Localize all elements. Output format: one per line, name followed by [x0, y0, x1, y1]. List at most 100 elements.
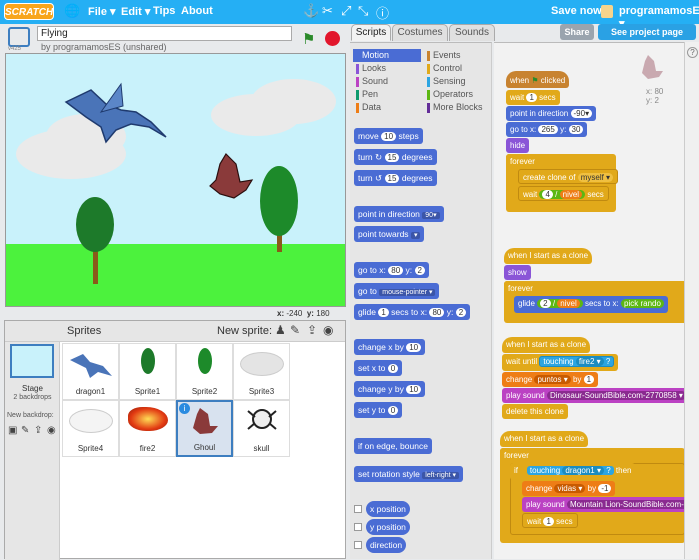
stop-icon[interactable]	[325, 31, 340, 46]
help-icon[interactable]: ⓘ	[376, 3, 389, 22]
category-sound[interactable]: Sound	[353, 75, 421, 88]
when-start-as-clone-block[interactable]: when I start as a clone	[500, 431, 589, 447]
block-rotation-style[interactable]: set rotation style left-right ▾	[354, 466, 464, 482]
reporter-y-position[interactable]: y position	[366, 519, 410, 535]
category-motion[interactable]: Motion	[353, 49, 421, 62]
category-label: Data	[362, 102, 382, 112]
block-bounce[interactable]: if on edge, bounce	[354, 438, 432, 454]
file-menu[interactable]: File ▾	[88, 5, 116, 18]
x-position-checkbox[interactable]	[354, 505, 362, 513]
camera-backdrop-icon[interactable]: ◉	[47, 425, 56, 436]
point-direction-block[interactable]: point in direction -90▾	[506, 106, 597, 121]
upload-sprite-icon[interactable]: ⇪	[307, 323, 317, 337]
backdrop-library-icon[interactable]: ▣	[8, 425, 17, 436]
glide-block[interactable]: glide 2 / nivel secs to x: pick rando	[514, 296, 668, 313]
help-icon[interactable]: ?	[687, 47, 698, 58]
stage[interactable]	[5, 53, 346, 307]
reporter-direction[interactable]: direction	[366, 537, 407, 553]
sprite-tile-sprite2[interactable]: Sprite2	[176, 343, 233, 400]
category-control[interactable]: Control	[424, 62, 490, 75]
play-sound-block[interactable]: play sound Mountain Lion-SoundBible.com-…	[522, 497, 684, 512]
block-glide[interactable]: glide 1 secs to x: 80 y: 2	[354, 304, 471, 320]
direction-checkbox[interactable]	[354, 541, 362, 549]
category-looks[interactable]: Looks	[353, 62, 421, 75]
script-area-scrollbar[interactable]: ?	[684, 42, 699, 559]
block-turn-left[interactable]: turn ↺ 15 degrees	[354, 170, 437, 186]
choose-sprite-icon[interactable]: ♟	[275, 323, 286, 337]
hide-block[interactable]: hide	[506, 138, 530, 153]
tips-menu[interactable]: Tips	[153, 5, 175, 17]
category-label: More Blocks	[433, 102, 483, 112]
sprite-tile-skull[interactable]: skull	[233, 400, 290, 457]
block-turn-right[interactable]: turn ↻ 15 degrees	[354, 149, 437, 165]
sprite-tile-sprite4[interactable]: Sprite4	[62, 400, 119, 457]
change-variable-block[interactable]: change puntos ▾ by 1	[502, 372, 599, 387]
paint-sprite-icon[interactable]: ✎	[290, 323, 300, 337]
category-events[interactable]: Events	[424, 49, 490, 62]
new-backdrop-label: New backdrop:	[7, 412, 54, 419]
fullscreen-icon[interactable]	[8, 27, 30, 47]
tab-scripts[interactable]: Scripts	[351, 24, 391, 41]
shrink-icon[interactable]: ⤡	[358, 3, 368, 19]
play-sound-block[interactable]: play sound Dinosaur-SoundBible.com-27708…	[502, 388, 684, 403]
when-start-as-clone-block[interactable]: when I start as a clone	[504, 248, 593, 264]
category-sensing[interactable]: Sensing	[424, 75, 490, 88]
if-condition[interactable]: if touching dragon1 ▾ ? then	[510, 463, 636, 480]
forever-label: forever	[506, 154, 539, 169]
project-title-input[interactable]: Flying	[37, 26, 292, 41]
category-data[interactable]: Data	[353, 101, 421, 114]
delete-this-clone-block[interactable]: delete this clone	[502, 404, 568, 419]
block-move[interactable]: move 10 steps	[354, 128, 423, 144]
info-icon[interactable]: i	[179, 403, 190, 414]
edit-menu[interactable]: Edit ▾	[121, 5, 150, 18]
see-project-page-button[interactable]: See project page	[598, 24, 696, 40]
stage-thumbnail[interactable]	[10, 344, 54, 378]
sprite-tile-fire2[interactable]: fire2	[119, 400, 176, 457]
scratch-logo[interactable]: SCRATCH	[4, 3, 54, 20]
sprite-tile-sprite3[interactable]: Sprite3	[233, 343, 290, 400]
sprite-tile-ghoul[interactable]: i Ghoul	[176, 400, 233, 457]
block-go-to[interactable]: go to mouse-pointer ▾	[354, 283, 440, 299]
block-change-y[interactable]: change y by 10	[354, 381, 426, 397]
wait-divide-block[interactable]: wait 4 / nivel secs	[518, 186, 609, 201]
category-pen[interactable]: Pen	[353, 88, 421, 101]
script-area[interactable]: x: 80 y: 2 when ⚑ clicked wait 1 secs po…	[494, 42, 684, 559]
globe-icon[interactable]: 🌐	[64, 3, 80, 19]
go-to-xy-block[interactable]: go to x: 265 y: 30	[506, 122, 588, 137]
block-set-x[interactable]: set x to 0	[354, 360, 403, 376]
show-block[interactable]: show	[504, 265, 531, 280]
block-set-y[interactable]: set y to 0	[354, 402, 403, 418]
wait-block[interactable]: wait 1 secs	[522, 513, 578, 528]
category-more-blocks[interactable]: More Blocks	[424, 101, 490, 114]
share-button[interactable]: Share	[560, 24, 594, 40]
about-menu[interactable]: About	[181, 5, 213, 17]
change-vidas-block[interactable]: change vidas ▾ by -1	[522, 481, 616, 496]
wait-until-block[interactable]: wait until touching fire2 ▾ ?	[502, 354, 619, 371]
grow-icon[interactable]: ⤢	[341, 3, 351, 19]
paint-backdrop-icon[interactable]: ✎	[21, 425, 29, 436]
category-operators[interactable]: Operators	[424, 88, 490, 101]
tab-sounds[interactable]: Sounds	[449, 24, 495, 41]
upload-backdrop-icon[interactable]: ⇪	[34, 425, 42, 436]
block-point-towards[interactable]: point towards ▾	[354, 226, 425, 242]
block-change-x[interactable]: change x by 10	[354, 339, 426, 355]
create-clone-block[interactable]: create clone of myself ▾	[518, 169, 619, 184]
sprite-tile-sprite1[interactable]: Sprite1	[119, 343, 176, 400]
reporter-x-position[interactable]: x position	[366, 501, 410, 517]
tab-costumes[interactable]: Costumes	[392, 24, 448, 41]
wait-block[interactable]: wait 1 secs	[506, 90, 560, 105]
duplicate-stamp-icon[interactable]: ⚓	[303, 3, 319, 19]
y-position-checkbox[interactable]	[354, 523, 362, 531]
camera-icon[interactable]: ◉	[323, 323, 333, 337]
user-avatar[interactable]	[601, 5, 613, 18]
delete-scissors-icon[interactable]: ✂	[322, 3, 333, 19]
block-go-to-xy[interactable]: go to x: 80 y: 2	[354, 262, 429, 278]
when-start-as-clone-block[interactable]: when I start as a clone	[502, 337, 591, 353]
when-flag-clicked-block[interactable]: when ⚑ clicked	[506, 71, 570, 88]
green-flag-icon[interactable]: ⚑	[302, 30, 315, 48]
save-now-link[interactable]: Save now	[551, 5, 602, 17]
block-point-in-direction[interactable]: point in direction 90▾	[354, 206, 444, 222]
dragon-sprite[interactable]	[61, 82, 171, 147]
sprite-tile-dragon1[interactable]: dragon1	[62, 343, 119, 400]
ghoul-sprite[interactable]	[206, 152, 258, 202]
